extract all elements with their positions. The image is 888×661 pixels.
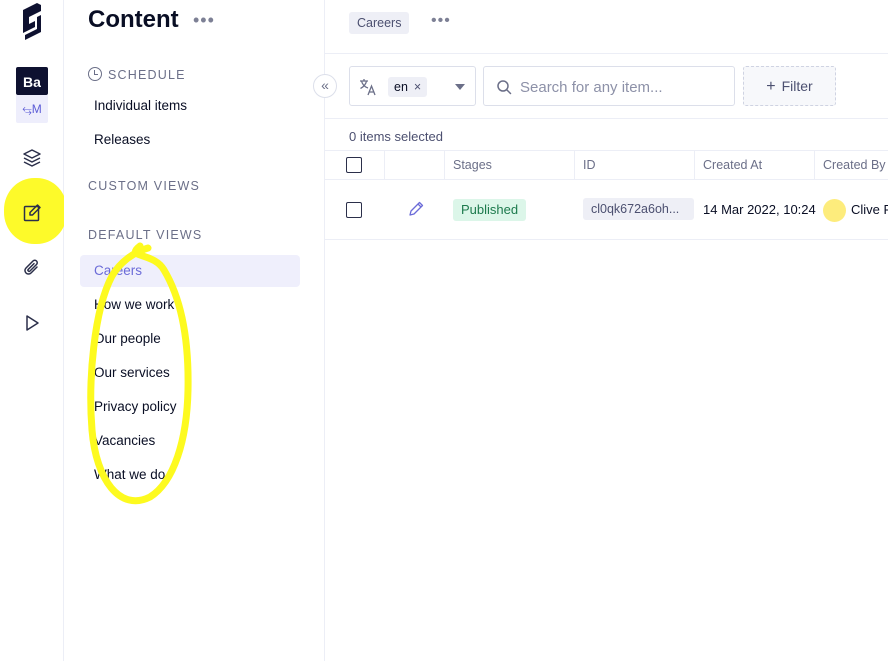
- app-root: Ba ⥃M Content ••• SCHEDULE Individual it…: [0, 0, 888, 661]
- clock-icon: [88, 67, 102, 81]
- search-box: [483, 66, 735, 106]
- nav-view-privacy-policy[interactable]: Privacy policy: [80, 391, 300, 423]
- search-icon: [497, 80, 512, 95]
- custom-views-heading: CUSTOM VIEWS: [88, 179, 201, 193]
- pencil-icon[interactable]: [407, 200, 425, 218]
- layers-icon[interactable]: [20, 146, 44, 170]
- status-badge: Published: [453, 199, 527, 221]
- paperclip-icon[interactable]: [20, 256, 44, 280]
- selection-bar: 0 items selected: [325, 118, 888, 150]
- created-by-value: Clive R: [851, 202, 888, 217]
- title-more-icon[interactable]: •••: [193, 10, 215, 31]
- nav-view-what-we-do[interactable]: What we do: [80, 459, 300, 491]
- avatar: [823, 199, 846, 222]
- table-header: Stages ID Created At Created By: [325, 150, 888, 180]
- nav-view-vacancies[interactable]: Vacancies: [80, 425, 300, 457]
- environment-label: M: [31, 102, 42, 116]
- search-input[interactable]: [520, 76, 726, 98]
- tab-more-icon[interactable]: •••: [431, 12, 451, 30]
- created-at-value: 14 Mar 2022, 10:24: [703, 202, 816, 217]
- remove-locale-icon[interactable]: ×: [414, 80, 421, 94]
- action-column-header: [385, 151, 445, 180]
- column-id[interactable]: ID: [575, 151, 695, 180]
- tab-careers[interactable]: Careers: [349, 12, 410, 34]
- edit-content-icon[interactable]: [20, 201, 44, 225]
- locale-select[interactable]: en ×: [349, 66, 476, 106]
- schedule-heading-label: SCHEDULE: [108, 68, 186, 82]
- column-stages[interactable]: Stages: [445, 151, 575, 180]
- table-row[interactable]: Published cl0qk672a6oh... 14 Mar 2022, 1…: [325, 180, 888, 240]
- icon-rail: Ba ⥃M: [0, 0, 67, 661]
- filter-label: Filter: [781, 78, 813, 94]
- column-created-at[interactable]: Created At: [695, 151, 815, 180]
- select-all-cell: [325, 151, 385, 180]
- locale-chip: en ×: [388, 77, 428, 97]
- chevron-down-icon[interactable]: [455, 84, 465, 90]
- translate-icon: [360, 79, 376, 96]
- header-divider: [325, 53, 888, 54]
- branch-icon: ⥃: [22, 102, 32, 116]
- project-switcher[interactable]: Ba ⥃M: [16, 67, 48, 124]
- nav-view-our-services[interactable]: Our services: [80, 357, 300, 389]
- nav-view-our-people[interactable]: Our people: [80, 323, 300, 355]
- filter-button[interactable]: + Filter: [743, 66, 836, 106]
- nav-individual-items[interactable]: Individual items: [80, 90, 300, 122]
- content-sidebar: Content ••• SCHEDULE Individual items Re…: [64, 0, 325, 661]
- default-views-heading: DEFAULT VIEWS: [88, 228, 203, 242]
- main-area: Careers ••• en × + Filter 0 items selected: [325, 0, 888, 661]
- project-initials: Ba: [16, 67, 48, 95]
- column-created-by[interactable]: Created By: [815, 151, 888, 180]
- row-checkbox[interactable]: [346, 202, 362, 218]
- environment-badge: ⥃M: [16, 95, 48, 123]
- logo-icon[interactable]: [19, 2, 45, 40]
- select-all-checkbox[interactable]: [346, 157, 362, 173]
- nav-view-careers[interactable]: Careers: [80, 255, 300, 287]
- schedule-heading: SCHEDULE: [88, 67, 186, 82]
- selection-count: 0 items selected: [349, 129, 443, 144]
- item-id: cl0qk672a6oh...: [583, 198, 694, 220]
- play-icon[interactable]: [20, 311, 44, 335]
- nav-view-how-we-work[interactable]: How we work: [80, 289, 300, 321]
- locale-value: en: [394, 80, 408, 94]
- page-title: Content: [88, 6, 179, 33]
- plus-icon: +: [766, 78, 776, 95]
- nav-releases[interactable]: Releases: [80, 124, 300, 156]
